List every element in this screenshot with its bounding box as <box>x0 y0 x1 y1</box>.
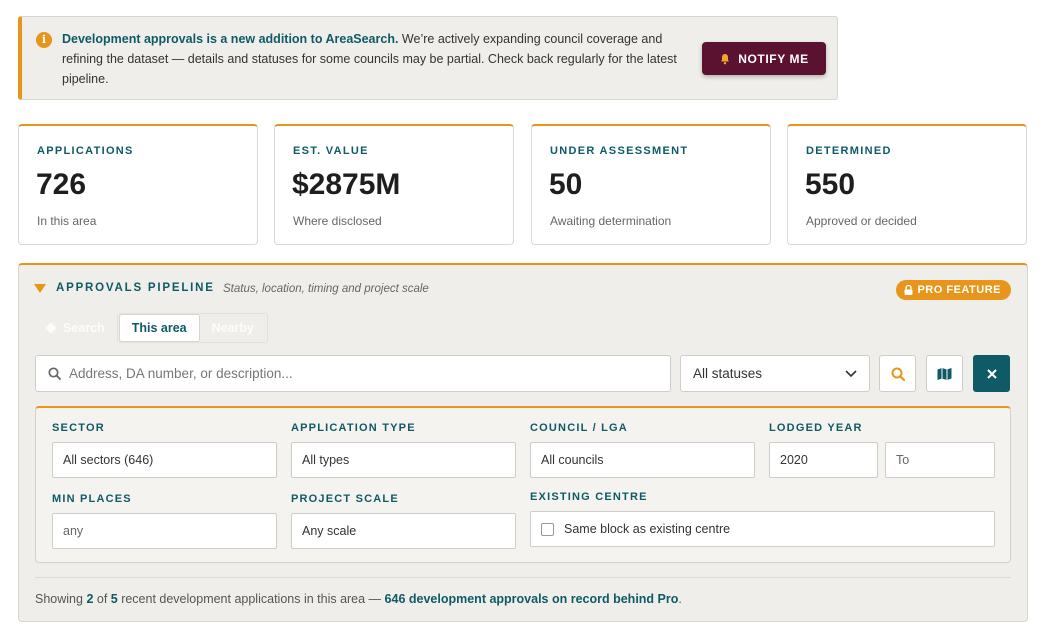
lock-icon <box>904 285 913 295</box>
sector-label: SECTOR <box>52 422 105 434</box>
summary-prefix: Showing <box>35 592 87 606</box>
summary-suffix: . <box>678 592 682 606</box>
stat-card-determined: DETERMINED 550 Approved or decided <box>787 124 1027 245</box>
filters-panel: SECTOR All sectors (646) APPLICATION TYP… <box>35 406 1011 563</box>
existing-centre-label: EXISTING CENTRE <box>530 491 648 503</box>
min-places-input[interactable]: any <box>52 513 277 549</box>
tab-search[interactable]: Search <box>35 314 117 342</box>
stat-sub: In this area <box>37 214 97 228</box>
lodged-year-to-input[interactable]: To <box>885 442 995 478</box>
chevron-down-icon <box>845 369 857 377</box>
collapse-triangle-icon[interactable] <box>34 284 46 293</box>
info-icon: i <box>36 32 52 48</box>
tab-this-area[interactable]: This area <box>118 314 200 342</box>
same-block-label: Same block as existing centre <box>564 522 731 536</box>
stat-label: DETERMINED <box>806 145 892 157</box>
tab-group: This area Nearby <box>116 313 268 343</box>
min-places-label: MIN PLACES <box>52 493 132 505</box>
existing-centre-option[interactable]: Same block as existing centre <box>530 511 995 547</box>
same-block-checkbox[interactable] <box>541 522 554 536</box>
stat-value: 550 <box>805 168 856 201</box>
stat-sub: Approved or decided <box>806 214 917 228</box>
council-select[interactable]: All councils <box>530 442 755 478</box>
mode-tabs: Search This area Nearby <box>35 313 268 343</box>
application-type-select[interactable]: All types <box>291 442 516 478</box>
close-icon <box>986 368 997 379</box>
panel-subtitle: Status, location, timing and project sca… <box>223 283 429 295</box>
search-button[interactable] <box>879 355 916 392</box>
stat-value: $2875M <box>292 168 401 201</box>
clear-button[interactable] <box>973 355 1010 392</box>
total-count: 5 <box>110 592 118 606</box>
panel-title[interactable]: APPROVALS PIPELINE <box>56 282 215 294</box>
project-scale-label: PROJECT SCALE <box>291 493 399 505</box>
bell-icon <box>721 53 730 64</box>
pro-feature-badge: PRO FEATURE <box>896 280 1011 300</box>
divider <box>35 577 1011 578</box>
diamond-icon <box>45 322 57 334</box>
project-scale-select[interactable]: Any scale <box>291 513 516 549</box>
banner-text: Development approvals is a new addition … <box>62 29 692 89</box>
stat-card-applications: APPLICATIONS 726 In this area <box>18 124 258 245</box>
stat-value: 50 <box>549 168 583 201</box>
lodged-year-from-input[interactable]: 2020 <box>769 442 878 478</box>
stat-card-under-assessment: UNDER ASSESSMENT 50 Awaiting determinati… <box>531 124 771 245</box>
approvals-pipeline-panel: APPROVALS PIPELINE Status, location, tim… <box>18 263 1028 622</box>
lodged-year-label: LODGED YEAR <box>769 422 863 434</box>
results-summary: Showing 2 of 5 recent development applic… <box>35 592 682 606</box>
stat-label: EST. VALUE <box>293 145 369 157</box>
status-select[interactable]: All statuses <box>680 355 870 392</box>
search-field[interactable] <box>35 355 671 392</box>
stat-sub: Where disclosed <box>293 214 382 228</box>
notify-me-label: NOTIFY ME <box>738 51 809 66</box>
tab-search-label: Search <box>63 321 105 335</box>
status-select-value: All statuses <box>693 366 763 381</box>
council-label: COUNCIL / LGA <box>530 422 628 434</box>
stat-value: 726 <box>36 168 87 201</box>
search-icon <box>891 367 905 381</box>
map-icon <box>937 367 952 380</box>
stat-label: APPLICATIONS <box>37 145 134 157</box>
application-type-label: APPLICATION TYPE <box>291 422 416 434</box>
summary-middle: recent development applications in this … <box>117 592 385 606</box>
pro-records-link[interactable]: 646 development approvals on record behi… <box>385 592 679 606</box>
stat-card-est-value: EST. VALUE $2875M Where disclosed <box>274 124 514 245</box>
search-input[interactable] <box>69 366 659 381</box>
tab-nearby[interactable]: Nearby <box>200 314 266 342</box>
info-banner: i Development approvals is a new additio… <box>18 16 838 100</box>
stat-label: UNDER ASSESSMENT <box>550 145 689 157</box>
pro-feature-label: PRO FEATURE <box>917 284 1001 296</box>
summary-of: of <box>93 592 111 606</box>
search-icon <box>48 367 61 380</box>
sector-select[interactable]: All sectors (646) <box>52 442 277 478</box>
banner-headline: Development approvals is a new addition … <box>62 32 399 46</box>
map-view-button[interactable] <box>926 355 963 392</box>
stat-sub: Awaiting determination <box>550 214 672 228</box>
notify-me-button[interactable]: NOTIFY ME <box>702 42 826 75</box>
